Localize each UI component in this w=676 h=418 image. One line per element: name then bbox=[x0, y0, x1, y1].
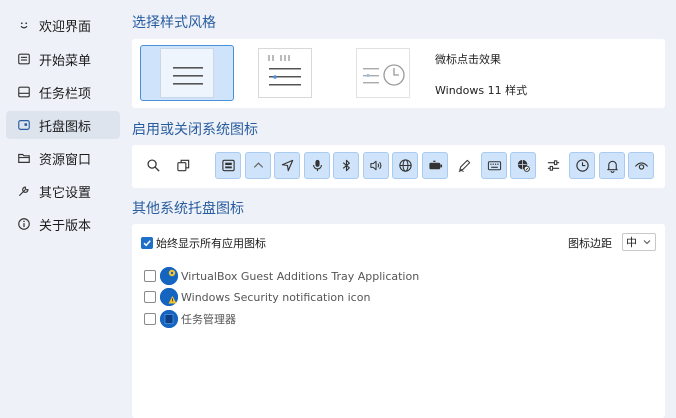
globe-icon[interactable] bbox=[392, 152, 418, 179]
pen-icon[interactable] bbox=[451, 152, 477, 179]
always-show-checkbox[interactable] bbox=[141, 237, 153, 249]
style-option-ruler[interactable] bbox=[238, 45, 332, 101]
app-checkbox[interactable] bbox=[144, 270, 156, 282]
icon-margin-select[interactable]: 中 bbox=[622, 233, 656, 251]
system-icons-panel bbox=[132, 145, 665, 188]
style-clock-preview bbox=[356, 48, 410, 98]
sidebar-item-label: 开始菜单 bbox=[39, 53, 92, 69]
style-section-title: 选择样式风格 bbox=[132, 15, 216, 31]
always-show-label: 始终显示所有应用图标 bbox=[156, 237, 266, 250]
task-view-icon[interactable] bbox=[170, 152, 196, 179]
app-checkbox[interactable] bbox=[144, 313, 156, 325]
network-globe-icon[interactable] bbox=[510, 152, 536, 179]
app-label: 任务管理器 bbox=[181, 313, 236, 326]
search-icon[interactable] bbox=[140, 152, 166, 179]
sidebar-item-taskbar[interactable]: 任务栏项 bbox=[6, 78, 120, 106]
sidebar-item-start-menu[interactable]: 开始菜单 bbox=[6, 45, 120, 73]
keyboard-icon[interactable] bbox=[481, 152, 507, 179]
wrench-icon bbox=[16, 183, 32, 199]
style-ruler-preview bbox=[258, 48, 312, 98]
app-row-virtualbox[interactable]: VirtualBox Guest Additions Tray Applicat… bbox=[144, 267, 419, 285]
virtualbox-app-icon bbox=[160, 267, 178, 285]
start-menu-icon bbox=[16, 51, 32, 67]
location-icon[interactable] bbox=[274, 152, 300, 179]
bluetooth-icon[interactable] bbox=[333, 152, 359, 179]
app-label: VirtualBox Guest Additions Tray Applicat… bbox=[181, 269, 420, 283]
sidebar-item-label: 资源窗口 bbox=[39, 152, 92, 168]
click-effect-label: 微标点击效果 bbox=[435, 53, 501, 66]
windows-security-app-icon bbox=[160, 288, 178, 306]
app-row-windows-security[interactable]: Windows Security notification icon bbox=[144, 288, 370, 306]
smiley-icon bbox=[16, 17, 32, 33]
sidebar: 欢迎界面 开始菜单 任务栏项 托盘图标 资源窗口 其它设置 关于版本 bbox=[0, 0, 124, 418]
icon-margin-label: 图标边距 bbox=[568, 237, 612, 250]
sidebar-item-resource-window[interactable]: 资源窗口 bbox=[6, 144, 120, 172]
sidebar-item-label: 欢迎界面 bbox=[39, 19, 92, 35]
info-icon bbox=[16, 216, 32, 232]
eye-icon[interactable] bbox=[628, 152, 654, 179]
icon-margin-value: 中 bbox=[626, 236, 637, 249]
sidebar-item-label: 任务栏项 bbox=[39, 86, 92, 102]
sidebar-item-other-settings[interactable]: 其它设置 bbox=[6, 177, 120, 205]
task-manager-app-icon bbox=[160, 310, 178, 328]
always-show-row[interactable]: 始终显示所有应用图标 bbox=[141, 235, 266, 251]
widgets-icon[interactable] bbox=[215, 152, 241, 179]
tray-icon bbox=[16, 117, 32, 133]
sidebar-item-welcome[interactable]: 欢迎界面 bbox=[6, 11, 120, 39]
style-option-classic[interactable] bbox=[140, 45, 234, 101]
chevron-up-icon[interactable] bbox=[245, 152, 271, 179]
style-option-clock[interactable] bbox=[336, 45, 430, 101]
clock-icon[interactable] bbox=[569, 152, 595, 179]
volume-icon[interactable] bbox=[363, 152, 389, 179]
sidebar-item-tray[interactable]: 托盘图标 bbox=[6, 111, 120, 139]
style-panel: 微标点击效果 Windows 11 样式 bbox=[132, 39, 665, 108]
sidebar-item-label: 其它设置 bbox=[39, 185, 92, 201]
battery-icon[interactable] bbox=[422, 152, 448, 179]
other-icons-section-title: 其他系统托盘图标 bbox=[132, 201, 244, 217]
chevron-down-icon bbox=[643, 240, 651, 245]
style-classic-preview bbox=[160, 48, 214, 98]
sidebar-item-label: 托盘图标 bbox=[39, 119, 92, 135]
app-row-task-manager[interactable]: 任务管理器 bbox=[144, 310, 236, 328]
sliders-icon[interactable] bbox=[540, 152, 566, 179]
sidebar-item-label: 关于版本 bbox=[39, 218, 92, 234]
microphone-icon[interactable] bbox=[304, 152, 330, 179]
app-checkbox[interactable] bbox=[144, 291, 156, 303]
system-icons-section-title: 启用或关闭系统图标 bbox=[132, 122, 258, 138]
taskbar-icon bbox=[16, 84, 32, 100]
app-label: Windows Security notification icon bbox=[181, 290, 371, 304]
win11-style-label: Windows 11 样式 bbox=[435, 84, 528, 97]
bell-icon[interactable] bbox=[599, 152, 625, 179]
sidebar-item-about[interactable]: 关于版本 bbox=[6, 210, 120, 238]
folder-icon bbox=[16, 150, 32, 166]
other-icons-panel: 始终显示所有应用图标 图标边距 中 VirtualBox Guest Addit… bbox=[132, 224, 665, 418]
